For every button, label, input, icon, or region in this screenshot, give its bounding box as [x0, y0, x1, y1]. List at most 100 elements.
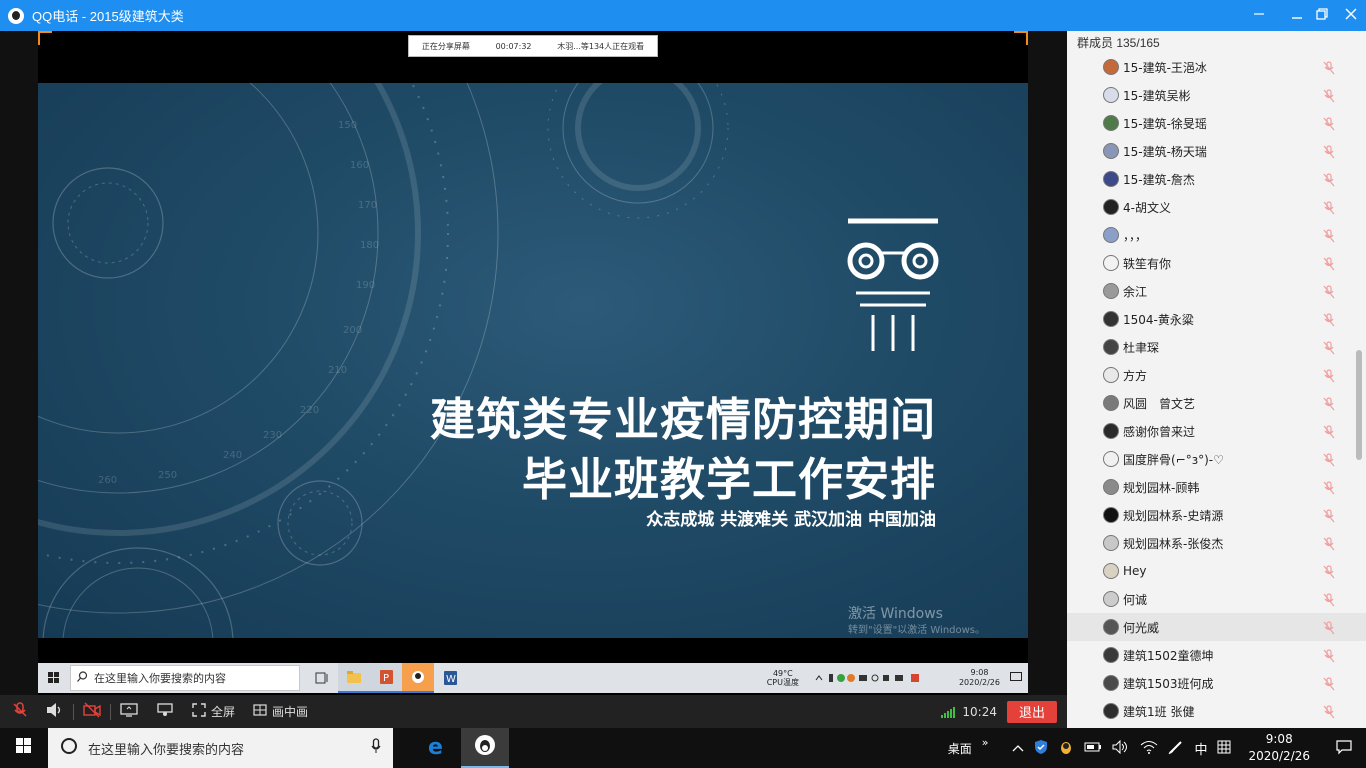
avatar: [1103, 479, 1119, 495]
tray-volume[interactable]: [1107, 739, 1135, 757]
qq-app-icon: [402, 663, 434, 693]
tray-network[interactable]: [1135, 740, 1163, 757]
svg-text:P: P: [383, 673, 389, 684]
pip-icon: [253, 704, 267, 719]
shared-search-box: 在这里输入你要搜索的内容: [70, 665, 300, 691]
taskbar-qq[interactable]: [461, 728, 509, 768]
frame-corner: [1014, 31, 1028, 45]
member-row[interactable]: 15-建筑吴彬: [1067, 81, 1366, 109]
present-button[interactable]: [147, 695, 183, 728]
window-title: QQ电话 - 2015级建筑大类: [32, 9, 184, 24]
member-row[interactable]: 规划园林系-史靖源: [1067, 501, 1366, 529]
member-name: 轶笙有你: [1123, 256, 1172, 271]
slide-slogan: 众志成城 共渡难关 武汉加油 中国加油: [646, 510, 936, 530]
shared-search-placeholder: 在这里输入你要搜索的内容: [94, 672, 226, 685]
member-name: 15-建筑吴彬: [1123, 88, 1191, 103]
mic-muted-icon: [1323, 564, 1335, 583]
member-row[interactable]: 风圆 曾文艺: [1067, 389, 1366, 417]
member-row[interactable]: 15-建筑-徐旻瑶: [1067, 109, 1366, 137]
member-row[interactable]: Hey: [1067, 557, 1366, 585]
avatar: [1103, 563, 1119, 579]
close-button[interactable]: [1332, 0, 1366, 31]
task-view-icon: [306, 663, 338, 693]
fullscreen-button[interactable]: 全屏: [183, 695, 244, 728]
member-row[interactable]: 规划园林系-张俊杰: [1067, 529, 1366, 557]
member-row[interactable]: 建筑1班 张健: [1067, 697, 1366, 725]
video-stage: 正在分享屏幕 00:07:32 木羽...等134人正在观看 150 160 1…: [0, 31, 1067, 695]
member-name: 建筑1班 张健: [1123, 704, 1195, 719]
avatar: [1103, 283, 1119, 299]
dial-number: 260: [98, 475, 117, 486]
activation-watermark: 激活 Windows: [848, 606, 943, 622]
member-name: 规划园林-顾韩: [1123, 480, 1200, 495]
member-row[interactable]: 国度胖骨(⌐°з°)-♡: [1067, 445, 1366, 473]
member-row[interactable]: 建筑1503班何成: [1067, 669, 1366, 697]
member-row[interactable]: 4-胡文义: [1067, 193, 1366, 221]
share-status-banner: 正在分享屏幕 00:07:32 木羽...等134人正在观看: [408, 35, 658, 57]
tray-qq[interactable]: [1053, 739, 1079, 758]
tray-security[interactable]: [1029, 739, 1053, 758]
mic-muted-icon: [1323, 620, 1335, 639]
share-duration: 00:07:32: [495, 41, 532, 51]
mic-muted-icon: [1323, 508, 1335, 527]
avatar: [1103, 199, 1119, 215]
member-row[interactable]: 感谢你曾来过: [1067, 417, 1366, 445]
qq-penguin-icon: [474, 734, 496, 760]
taskbar-clock[interactable]: 9:08 2020/2/26: [1236, 731, 1322, 765]
tray-ime[interactable]: 中: [1189, 739, 1212, 758]
member-row[interactable]: 何诚: [1067, 585, 1366, 613]
taskbar-search-box[interactable]: 在这里输入你要搜索的内容: [48, 728, 393, 768]
desktop-toolbar[interactable]: 桌面 »: [943, 736, 994, 757]
taskbar-edge[interactable]: e: [413, 728, 461, 768]
member-row[interactable]: 15-建筑-詹杰: [1067, 165, 1366, 193]
action-center-button[interactable]: [1322, 739, 1366, 758]
shared-taskbar: 在这里输入你要搜索的内容 P W 49°C CPU温度 9:08 2020/2/…: [38, 663, 1028, 693]
member-row[interactable]: 余江: [1067, 277, 1366, 305]
fullscreen-label: 全屏: [211, 705, 236, 719]
tray-keyboard[interactable]: [1212, 740, 1236, 757]
member-row[interactable]: 方方: [1067, 361, 1366, 389]
start-button[interactable]: [0, 728, 48, 768]
member-row[interactable]: 15-建筑-王浥冰: [1067, 53, 1366, 81]
member-row[interactable]: 杜聿琛: [1067, 333, 1366, 361]
exit-button[interactable]: 退出: [1007, 700, 1057, 723]
member-panel: 群成员 135/165 15-建筑-王浥冰 15-建筑吴彬 15-建筑-徐旻瑶 15-…: [1067, 31, 1366, 728]
member-row[interactable]: 轶笙有你: [1067, 249, 1366, 277]
camera-off-icon: [83, 702, 101, 721]
member-name: 杜聿琛: [1123, 340, 1160, 355]
avatar: [1103, 675, 1119, 691]
member-scrollbar[interactable]: [1356, 350, 1362, 460]
pip-button[interactable]: 画中画: [244, 695, 317, 728]
member-row[interactable]: 1504-黄永粱: [1067, 305, 1366, 333]
speaker-button[interactable]: [37, 695, 73, 728]
member-list[interactable]: 15-建筑-王浥冰 15-建筑吴彬 15-建筑-徐旻瑶 15-建筑-杨天瑞 15-建筑-…: [1067, 53, 1366, 725]
avatar: [1103, 59, 1119, 75]
member-row[interactable]: 15-建筑-杨天瑞: [1067, 137, 1366, 165]
screen-share-button[interactable]: [111, 695, 147, 728]
member-name: 建筑1503班何成: [1123, 676, 1214, 691]
minimize-button[interactable]: [1240, 0, 1278, 31]
member-row[interactable]: 何光威: [1067, 613, 1366, 641]
tray-chevron-icon: [815, 674, 823, 683]
mic-muted-icon: [1323, 536, 1335, 555]
double-chevron-icon: »: [981, 735, 989, 749]
mic-toggle-button[interactable]: [0, 695, 37, 728]
camera-toggle-button[interactable]: [74, 695, 110, 728]
member-row[interactable]: ，，，: [1067, 221, 1366, 249]
member-name: 何光威: [1123, 620, 1160, 635]
avatar: [1103, 507, 1119, 523]
member-row[interactable]: 规划园林-顾韩: [1067, 473, 1366, 501]
shared-tray: 49°C CPU温度 9:08 2020/2/26: [767, 663, 1022, 693]
windows-start-icon: [38, 663, 70, 693]
member-name: 国度胖骨(⌐°з°)-♡: [1123, 452, 1224, 467]
member-name: 1504-黄永粱: [1123, 312, 1194, 327]
member-name: 4-胡文义: [1123, 200, 1171, 215]
member-name: 15-建筑-王浥冰: [1123, 60, 1207, 75]
tray-battery[interactable]: [1079, 741, 1107, 756]
tray-expand-button[interactable]: [1007, 741, 1029, 755]
shield-icon: [1034, 739, 1048, 758]
mic-muted-icon: [1323, 60, 1335, 79]
member-row[interactable]: 建筑1502童德坤: [1067, 641, 1366, 669]
mic-muted-icon: [1323, 340, 1335, 359]
tray-pen[interactable]: [1163, 739, 1189, 758]
